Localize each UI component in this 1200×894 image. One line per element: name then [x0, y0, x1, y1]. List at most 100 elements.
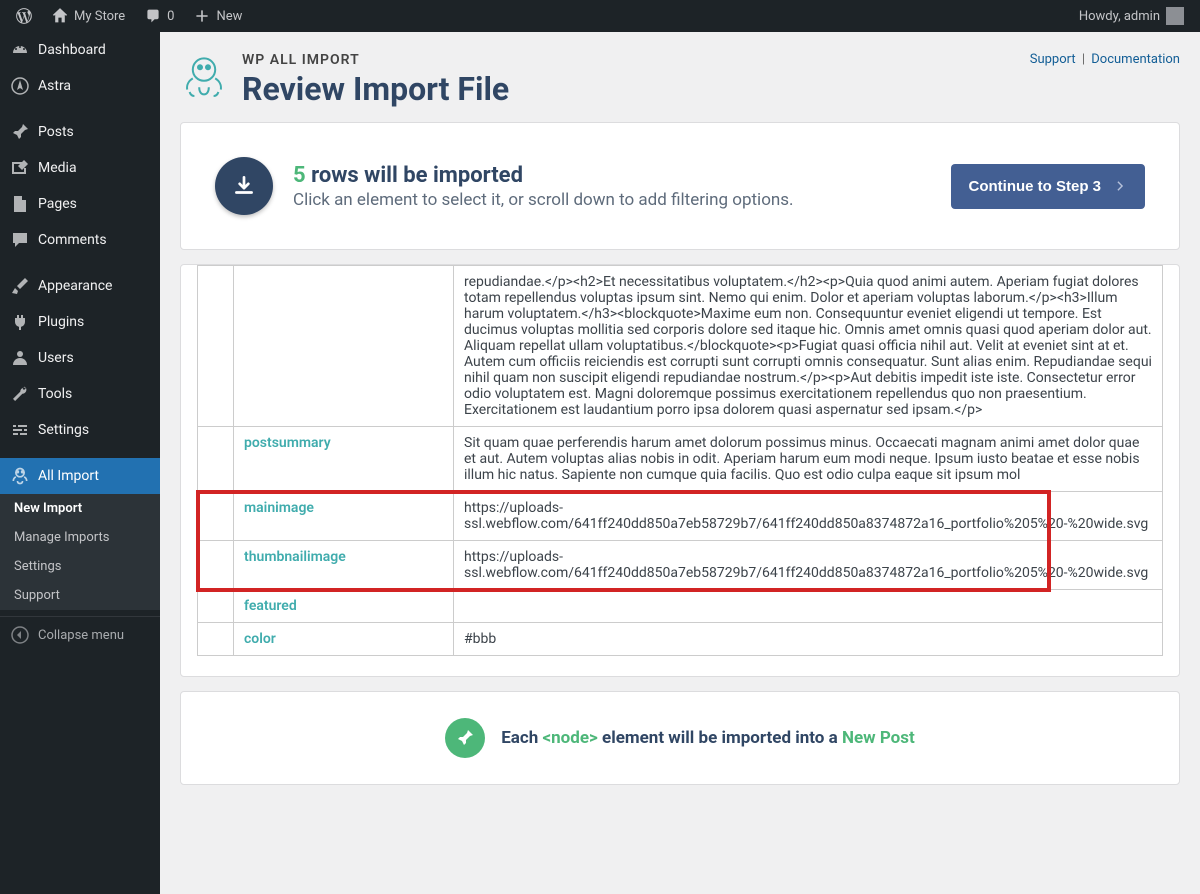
field-key[interactable]: mainimage — [234, 492, 454, 541]
collapse-icon — [10, 625, 30, 645]
field-key[interactable]: postsummary — [234, 427, 454, 492]
download-icon — [215, 157, 273, 215]
data-table: repudiandae.</p><h2>Et necessitatibus vo… — [197, 265, 1163, 656]
comments-count: 0 — [167, 9, 174, 24]
admin-bar: My Store 0 New Howdy, admin — [0, 0, 1200, 32]
row-handle — [198, 266, 234, 427]
documentation-link[interactable]: Documentation — [1091, 52, 1180, 67]
sidebar-item-comments[interactable]: Comments — [0, 222, 160, 258]
field-key[interactable]: thumbnailimage — [234, 541, 454, 590]
table-row[interactable]: thumbnailimagehttps://uploads-ssl.webflo… — [198, 541, 1163, 590]
pin-circle-icon — [445, 718, 485, 758]
comment-icon — [145, 8, 161, 24]
submenu-support[interactable]: Support — [0, 581, 160, 610]
field-value[interactable]: https://uploads-ssl.webflow.com/641ff240… — [454, 541, 1163, 590]
footer-post: New Post — [842, 728, 915, 748]
menu-label: Posts — [38, 124, 74, 140]
page-icon — [10, 194, 30, 214]
sidebar-item-plugins[interactable]: Plugins — [0, 304, 160, 340]
row-handle — [198, 623, 234, 656]
menu-label: Appearance — [38, 278, 112, 294]
wrench-icon — [10, 384, 30, 404]
field-value[interactable] — [454, 590, 1163, 623]
howdy-link[interactable]: Howdy, admin — [1071, 0, 1192, 32]
new-link[interactable]: New — [186, 0, 250, 32]
support-link[interactable]: Support — [1030, 52, 1076, 67]
sidebar-item-pages[interactable]: Pages — [0, 186, 160, 222]
row-count: 5 — [293, 163, 306, 188]
sidebar-item-posts[interactable]: Posts — [0, 114, 160, 150]
new-label: New — [216, 9, 242, 24]
menu-label: Comments — [38, 232, 107, 248]
menu-label: Plugins — [38, 314, 84, 330]
collapse-menu[interactable]: Collapse menu — [0, 616, 160, 653]
menu-label: Astra — [38, 78, 71, 94]
field-key[interactable] — [234, 266, 454, 427]
table-row[interactable]: repudiandae.</p><h2>Et necessitatibus vo… — [198, 266, 1163, 427]
table-row[interactable]: color#bbb — [198, 623, 1163, 656]
field-value[interactable]: https://uploads-ssl.webflow.com/641ff240… — [454, 492, 1163, 541]
media-icon — [10, 158, 30, 178]
page-title: Review Import File — [242, 70, 509, 108]
plus-icon — [194, 8, 210, 24]
user-icon — [10, 348, 30, 368]
row-suffix: rows will be imported — [311, 163, 523, 188]
doc-links: Support | Documentation — [1030, 52, 1180, 67]
footer-node: <node> — [542, 728, 597, 748]
row-handle — [198, 541, 234, 590]
home-icon — [52, 8, 68, 24]
brush-icon — [10, 276, 30, 296]
table-row[interactable]: postsummarySit quam quae perferendis har… — [198, 427, 1163, 492]
comments-link[interactable]: 0 — [137, 0, 182, 32]
footer-text: Each <node> element will be imported int… — [501, 728, 915, 748]
footer-prefix: Each — [501, 728, 542, 748]
sidebar-item-dashboard[interactable]: Dashboard — [0, 32, 160, 68]
astra-icon — [10, 76, 30, 96]
wp-logo[interactable] — [8, 0, 40, 32]
footer-mid: element will be imported into a — [598, 728, 842, 748]
info-card: 5 rows will be imported Click an element… — [180, 122, 1180, 250]
field-value[interactable]: #bbb — [454, 623, 1163, 656]
sidebar-item-settings[interactable]: Settings — [0, 412, 160, 448]
howdy-text: Howdy, admin — [1079, 9, 1160, 24]
menu-label: Users — [38, 350, 74, 366]
site-link[interactable]: My Store — [44, 0, 133, 32]
table-row[interactable]: featured — [198, 590, 1163, 623]
info-subtitle: Click an element to select it, or scroll… — [293, 190, 794, 210]
admin-sidebar: Dashboard Astra Posts Media Pages Commen… — [0, 32, 160, 894]
comment-icon — [10, 230, 30, 250]
table-row[interactable]: mainimagehttps://uploads-ssl.webflow.com… — [198, 492, 1163, 541]
field-key[interactable]: color — [234, 623, 454, 656]
menu-label: Settings — [38, 422, 89, 438]
sidebar-item-all-import[interactable]: All Import — [0, 458, 160, 494]
submenu-manage-imports[interactable]: Manage Imports — [0, 523, 160, 552]
menu-label: All Import — [38, 468, 99, 484]
wordpress-icon — [16, 8, 32, 24]
row-handle — [198, 590, 234, 623]
data-card: repudiandae.</p><h2>Et necessitatibus vo… — [180, 264, 1180, 677]
submenu-new-import[interactable]: New Import — [0, 494, 160, 523]
row-handle — [198, 492, 234, 541]
field-key[interactable]: featured — [234, 590, 454, 623]
link-separator: | — [1082, 52, 1085, 67]
import-icon — [10, 466, 30, 486]
dashboard-icon — [10, 40, 30, 60]
sidebar-item-users[interactable]: Users — [0, 340, 160, 376]
content-area: WP ALL IMPORT Review Import File Support… — [160, 32, 1200, 894]
continue-button[interactable]: Continue to Step 3 — [951, 164, 1146, 209]
sidebar-item-media[interactable]: Media — [0, 150, 160, 186]
menu-label: Dashboard — [38, 42, 106, 58]
menu-label: Pages — [38, 196, 77, 212]
sliders-icon — [10, 420, 30, 440]
row-handle — [198, 427, 234, 492]
field-value[interactable]: Sit quam quae perferendis harum amet dol… — [454, 427, 1163, 492]
plug-icon — [10, 312, 30, 332]
sidebar-item-appearance[interactable]: Appearance — [0, 268, 160, 304]
submenu-settings[interactable]: Settings — [0, 552, 160, 581]
pin-icon — [10, 122, 30, 142]
chevron-right-icon — [1113, 179, 1127, 193]
field-value[interactable]: repudiandae.</p><h2>Et necessitatibus vo… — [454, 266, 1163, 427]
submenu: New Import Manage Imports Settings Suppo… — [0, 494, 160, 610]
sidebar-item-astra[interactable]: Astra — [0, 68, 160, 104]
sidebar-item-tools[interactable]: Tools — [0, 376, 160, 412]
